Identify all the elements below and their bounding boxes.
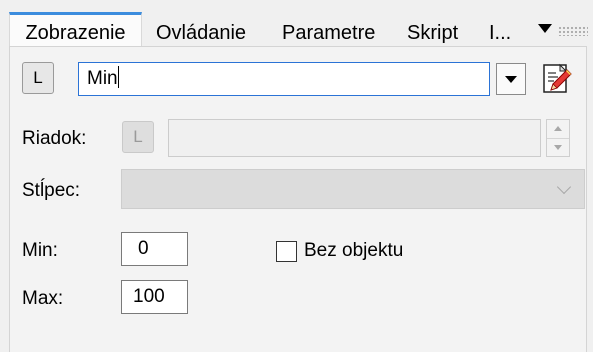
spinner-divider — [547, 138, 569, 139]
min-label: Min: — [22, 240, 58, 261]
text-caret — [117, 66, 119, 88]
row-latex-button[interactable]: L — [122, 121, 154, 153]
caption-dropdown-button[interactable] — [496, 63, 526, 95]
no-object-label[interactable]: Bez objektu — [304, 240, 403, 262]
min-input[interactable]: 0 — [121, 232, 188, 266]
tab-skript[interactable]: Skript — [407, 14, 458, 46]
row-label: Riadok: — [22, 128, 87, 149]
row-input[interactable] — [168, 119, 541, 157]
max-label: Max: — [22, 288, 64, 309]
caption-input[interactable]: Min — [78, 62, 490, 96]
drag-grip-icon[interactable] — [558, 26, 588, 36]
tab-zobrazenie[interactable]: Zobrazenie — [9, 12, 142, 49]
tab-parametre[interactable]: Parametre — [282, 14, 375, 46]
max-input[interactable]: 100 — [121, 280, 188, 314]
caption-input-value: Min — [87, 68, 118, 89]
column-combobox[interactable] — [121, 169, 585, 209]
row-spinner[interactable] — [546, 119, 570, 157]
caption-latex-button[interactable]: L — [22, 62, 54, 94]
spinner-up-icon[interactable] — [554, 126, 562, 131]
dropdown-arrow-icon — [505, 76, 517, 83]
tab-ovladanie[interactable]: Ovládanie — [156, 14, 246, 46]
chevron-down-icon — [556, 179, 572, 195]
no-object-checkbox[interactable] — [276, 241, 297, 262]
spinner-down-icon[interactable] — [554, 145, 562, 150]
tab-bar: Zobrazenie Ovládanie Parametre Skript I.… — [0, 0, 593, 49]
edit-script-icon[interactable] — [540, 63, 572, 95]
tab-overflow[interactable]: I... — [489, 14, 511, 46]
tab-overflow-icon[interactable] — [538, 24, 552, 33]
column-label: Stĺpec: — [22, 180, 81, 201]
